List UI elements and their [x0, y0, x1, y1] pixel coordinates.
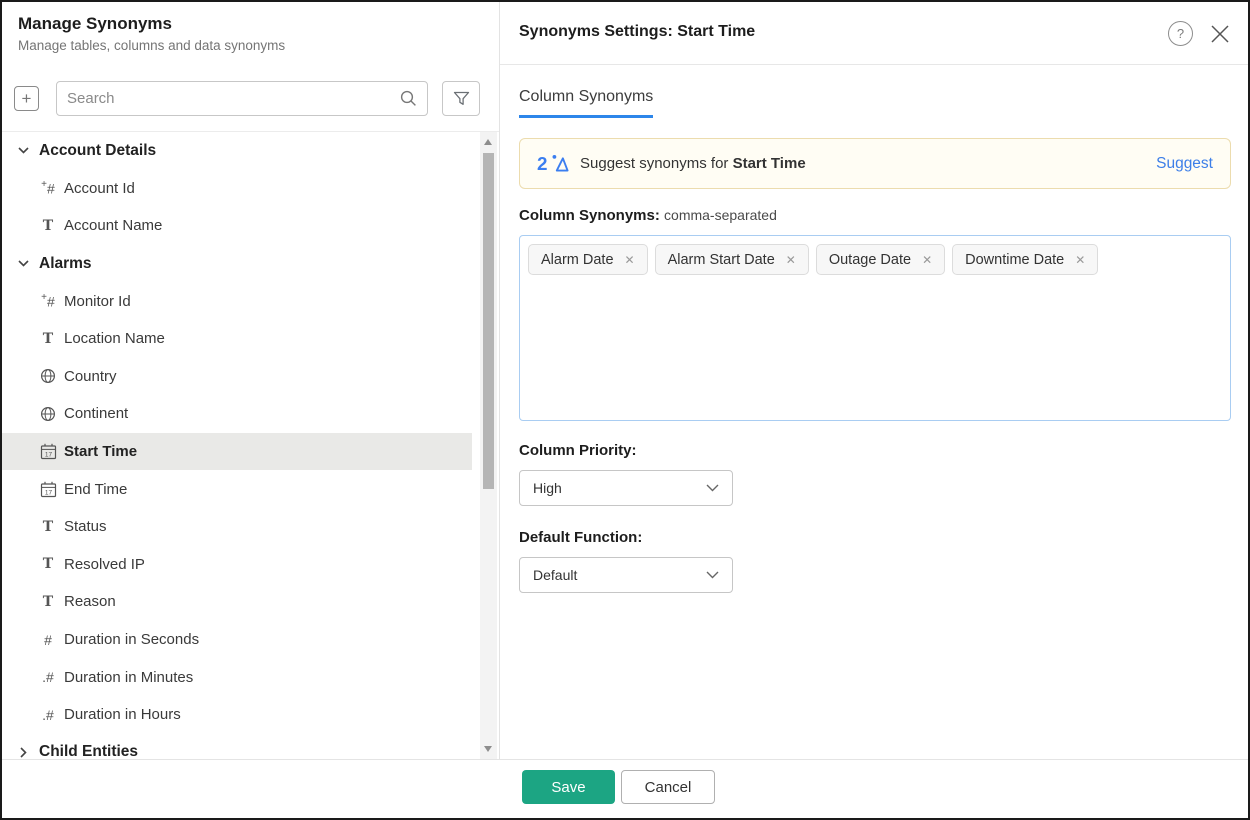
tree-item-duration-in-hours[interactable]: .# Duration in Hours: [2, 696, 472, 734]
footer-bar: Save Cancel: [2, 760, 1248, 818]
tree-item-resolved-ip[interactable]: T Resolved IP: [2, 546, 472, 584]
number-icon: #: [36, 632, 60, 648]
scrollbar-thumb[interactable]: [483, 153, 494, 489]
help-icon[interactable]: ?: [1168, 21, 1193, 46]
chevron-down-icon[interactable]: [18, 260, 30, 267]
scroll-up-icon[interactable]: [484, 139, 492, 145]
settings-panel-title: Synonyms Settings: Start Time: [519, 23, 755, 41]
chevron-down-icon: [706, 484, 719, 492]
text-column-icon: T: [36, 594, 60, 610]
globe-icon: [36, 406, 60, 422]
default-function-label: Default Function:: [519, 529, 642, 546]
tree-group-label: Account Details: [39, 142, 156, 160]
tree-group-child-entities[interactable]: Child Entities: [2, 734, 472, 760]
chevron-down-icon[interactable]: [18, 147, 30, 154]
synonym-tag[interactable]: Alarm Start Date ✕: [655, 244, 809, 275]
synonyms-settings-panel: Synonyms Settings: Start Time ? Column S…: [500, 2, 1248, 759]
comma-separated-hint: comma-separated: [664, 207, 777, 223]
remove-tag-icon[interactable]: ✕: [786, 253, 796, 267]
tree-item-country[interactable]: Country: [2, 358, 472, 396]
tree-item-start-time[interactable]: 17 Start Time: [2, 433, 472, 471]
column-priority-label: Column Priority:: [519, 442, 637, 459]
default-function-select[interactable]: Default: [519, 557, 733, 593]
tree-item-status[interactable]: T Status: [2, 508, 472, 546]
remove-tag-icon[interactable]: ✕: [1075, 253, 1085, 267]
tree-item-monitor-id[interactable]: +# Monitor Id: [2, 282, 472, 320]
synonym-tag[interactable]: Downtime Date ✕: [952, 244, 1098, 275]
tree-group-account-details[interactable]: Account Details: [2, 132, 472, 170]
auto-number-icon: +#: [36, 292, 60, 311]
text-column-icon: T: [36, 218, 60, 234]
remove-tag-icon[interactable]: ✕: [625, 253, 635, 267]
cancel-button[interactable]: Cancel: [621, 770, 715, 804]
column-priority-select[interactable]: High: [519, 470, 733, 506]
text-column-icon: T: [36, 331, 60, 347]
column-priority-value: High: [533, 480, 562, 496]
text-column-icon: T: [36, 556, 60, 572]
calendar-icon: 17: [36, 481, 60, 498]
tree-item-duration-in-seconds[interactable]: # Duration in Seconds: [2, 621, 472, 659]
synonyms-input-area[interactable]: Alarm Date ✕ Alarm Start Date ✕ Outage D…: [519, 235, 1231, 421]
svg-text:17: 17: [44, 489, 52, 496]
default-function-value: Default: [533, 567, 577, 583]
filter-funnel-icon: [453, 91, 470, 106]
svg-text:2: 2: [537, 153, 547, 174]
synonym-tag[interactable]: Outage Date ✕: [816, 244, 945, 275]
zia-icon: 2: [537, 152, 569, 175]
globe-icon: [36, 368, 60, 384]
suggest-link[interactable]: Suggest: [1156, 155, 1213, 173]
tree-item-account-id[interactable]: +# Account Id: [2, 170, 472, 208]
close-icon[interactable]: [1207, 21, 1233, 47]
synonym-tag[interactable]: Alarm Date ✕: [528, 244, 648, 275]
tree-item-reason[interactable]: T Reason: [2, 583, 472, 621]
chevron-down-icon: [706, 571, 719, 579]
suggest-banner-text: Suggest synonyms for Start Time: [580, 155, 806, 172]
decimal-number-icon: .#: [36, 707, 60, 723]
add-synonym-button[interactable]: +: [14, 86, 39, 111]
tree-group-label: Child Entities: [39, 743, 138, 759]
tree-item-account-name[interactable]: T Account Name: [2, 207, 472, 245]
auto-number-icon: +#: [36, 179, 60, 198]
manage-synonyms-window: Manage Synonyms Manage tables, columns a…: [0, 0, 1250, 820]
tree-scrollbar[interactable]: [480, 132, 497, 759]
zia-suggest-banner: 2 Suggest synonyms for Start Time Sugges…: [519, 138, 1231, 189]
column-synonyms-label: Column Synonyms: comma-separated: [519, 207, 777, 224]
chevron-right-icon[interactable]: [18, 749, 30, 756]
tab-column-synonyms[interactable]: Column Synonyms: [519, 88, 653, 118]
search-box[interactable]: [56, 81, 428, 116]
tree-item-location-name[interactable]: T Location Name: [2, 320, 472, 358]
plus-icon: +: [22, 90, 32, 107]
tree-item-continent[interactable]: Continent: [2, 395, 472, 433]
save-button[interactable]: Save: [522, 770, 615, 804]
text-column-icon: T: [36, 519, 60, 535]
tree-item-duration-in-minutes[interactable]: .# Duration in Minutes: [2, 658, 472, 696]
page-title: Manage Synonyms: [18, 14, 172, 34]
calendar-icon: 17: [36, 443, 60, 460]
tree-group-alarms[interactable]: Alarms: [2, 245, 472, 283]
svg-text:17: 17: [44, 452, 52, 459]
banner-column-name: Start Time: [733, 155, 806, 172]
tree-item-end-time[interactable]: 17 End Time: [2, 470, 472, 508]
remove-tag-icon[interactable]: ✕: [922, 253, 932, 267]
search-input[interactable]: [67, 90, 400, 107]
decimal-number-icon: .#: [36, 669, 60, 685]
tree-group-label: Alarms: [39, 255, 92, 273]
filter-button[interactable]: [442, 81, 480, 116]
scroll-down-icon[interactable]: [484, 746, 492, 752]
search-icon: [400, 90, 417, 107]
page-subtitle: Manage tables, columns and data synonyms: [18, 38, 285, 53]
columns-tree: Account Details +# Account Id T Account …: [2, 132, 472, 759]
header-divider: [500, 64, 1248, 65]
